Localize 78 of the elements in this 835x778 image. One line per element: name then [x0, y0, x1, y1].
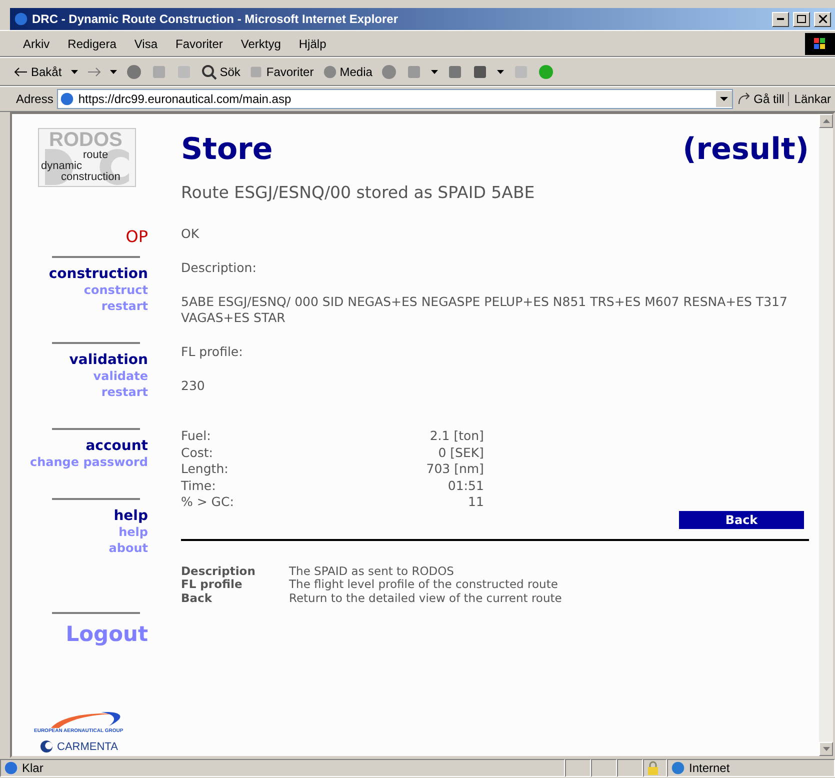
- windows-flag-icon: [805, 32, 835, 54]
- logo-text: dynamic: [41, 160, 82, 172]
- stat-value: 01:51: [446, 478, 484, 494]
- logo-text: construction: [61, 171, 120, 183]
- search-icon: [200, 64, 217, 80]
- page-icon: [60, 92, 74, 106]
- result-title: (result): [682, 132, 809, 167]
- fl-profile-label: FL profile:: [181, 344, 244, 360]
- crescent-icon: [40, 740, 53, 753]
- scroll-up-icon[interactable]: [822, 119, 830, 123]
- legend-text: Return to the detailed view of the current route: [289, 592, 563, 605]
- stat-label: Cost:: [181, 444, 214, 461]
- stat-label: % > GC:: [181, 494, 234, 510]
- section-title: construction: [48, 266, 149, 282]
- description-text: 5ABE ESGJ/ESNQ/ 000 SID NEGAS+ES NEGASPE PELUP+ES N851 TRS+ES M607 RESNA+ES T317 VAGAS+ES STAR: [181, 294, 788, 326]
- lock-icon: [647, 761, 659, 775]
- maximize-button[interactable]: [793, 12, 810, 26]
- menu-item[interactable]: Visa: [125, 36, 167, 50]
- menu-item[interactable]: Arkiv: [14, 36, 59, 50]
- links-button[interactable]: Länkar: [788, 92, 831, 106]
- menu-item[interactable]: Verktyg: [232, 36, 290, 50]
- status-pane: [591, 759, 617, 777]
- dropdown-icon[interactable]: [716, 91, 732, 107]
- scrollbar[interactable]: [819, 114, 833, 756]
- page-title: Store: [181, 132, 273, 167]
- legend-text: The flight level profile of the constructed route: [289, 578, 559, 592]
- legend-term: Description: [181, 564, 256, 578]
- search-button[interactable]: Sök: [200, 64, 240, 80]
- section-title: validation: [69, 352, 149, 368]
- go-arrow-icon: [736, 92, 751, 106]
- stat-label: Fuel:: [181, 428, 212, 444]
- legend-text: The SPAID as sent to RODOS: [289, 564, 455, 578]
- close-icon: [818, 15, 826, 23]
- stat-value: 11: [467, 494, 484, 510]
- favorites-button[interactable]: Favoriter: [249, 64, 314, 78]
- scroll-down-icon[interactable]: [822, 747, 830, 751]
- minimize-button[interactable]: [772, 12, 789, 26]
- fl-profile-value: 230: [181, 378, 206, 394]
- dropdown-caret-icon[interactable]: [497, 70, 504, 74]
- address-label: Adress: [16, 92, 54, 106]
- carmenta-logo-text: CARMENTA: [57, 740, 118, 752]
- description-label: Description:: [181, 260, 258, 276]
- section-title: account: [86, 438, 149, 454]
- forward-arrow-icon[interactable]: [86, 66, 101, 76]
- window-title: DRC - Dynamic Route Construction - Microsoft Internet Explorer: [32, 12, 400, 26]
- mode-label: OP: [126, 227, 149, 246]
- stat-label: Length:: [181, 461, 230, 478]
- close-button[interactable]: [814, 12, 831, 26]
- status-text: OK: [181, 226, 200, 242]
- back-button[interactable]: Back: [679, 510, 804, 528]
- result-message: Route ESGJ/ESNQ/00 stored as SPAID 5ABE: [181, 183, 536, 202]
- dropdown-caret-icon[interactable]: [110, 70, 117, 74]
- menu-item[interactable]: Favoriter: [166, 36, 232, 50]
- page-icon: [4, 761, 18, 775]
- media-button[interactable]: Media: [322, 64, 372, 78]
- legend-term: Back: [181, 592, 213, 605]
- menu-item[interactable]: Redigera: [58, 36, 126, 50]
- section-title: help: [114, 508, 149, 524]
- globe-icon: [671, 761, 685, 775]
- menu-item[interactable]: Hjälp: [290, 36, 336, 50]
- stat-value: 0 [SEK]: [437, 444, 484, 461]
- browser-icon: [14, 12, 28, 26]
- dropdown-caret-icon[interactable]: [431, 70, 438, 74]
- minimize-icon: [777, 18, 784, 20]
- zone-text: Internet: [689, 761, 730, 775]
- back-arrow-icon: [14, 66, 28, 76]
- go-button[interactable]: Gå till: [736, 92, 784, 106]
- stat-value: 703 [nm]: [425, 461, 484, 478]
- logo-title: RODOS: [49, 129, 122, 151]
- address-field[interactable]: https://drc99.euronautical.com/main.asp: [57, 89, 733, 109]
- stat-label: Time:: [181, 478, 217, 494]
- stat-value: 2.1 [ton]: [428, 428, 484, 444]
- maximize-icon: [797, 15, 806, 23]
- dropdown-caret-icon[interactable]: [70, 70, 78, 74]
- logo-text: route: [83, 149, 108, 161]
- back-button[interactable]: Bakåt: [14, 64, 62, 78]
- legend-term: FL profile: [181, 578, 242, 592]
- status-text: Klar: [22, 761, 44, 775]
